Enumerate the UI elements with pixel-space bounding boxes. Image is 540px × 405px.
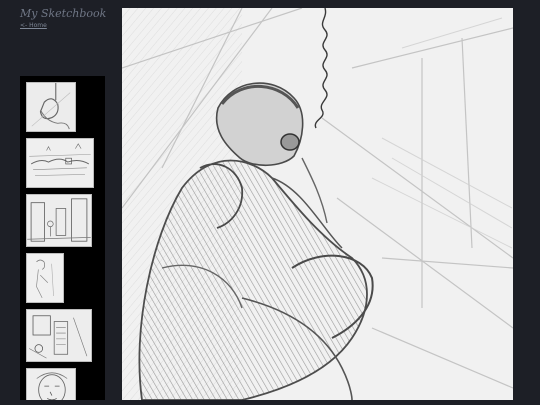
thumbnail-3[interactable] — [26, 194, 92, 247]
thumbnail-3-image — [27, 195, 91, 246]
thumbnail-2[interactable] — [26, 138, 94, 188]
thumbnail-1[interactable] — [26, 82, 76, 132]
thumbnail-4-image — [27, 254, 63, 302]
thumbnail-5-image — [27, 310, 91, 361]
thumbnail-4[interactable] — [26, 253, 64, 303]
thumbnail-6-image — [27, 369, 75, 400]
home-link[interactable]: <- Home — [20, 22, 47, 30]
thumbnail-2-image — [27, 139, 93, 187]
thumbnail-5[interactable] — [26, 309, 92, 362]
thumbnail-6[interactable] — [26, 368, 76, 400]
thumbnail-strip — [20, 76, 105, 400]
site-title[interactable]: My Sketchbook — [20, 7, 106, 20]
thumbnail-1-image — [27, 83, 75, 131]
main-sketch-image — [122, 8, 513, 400]
sketch-drawing — [122, 8, 513, 400]
